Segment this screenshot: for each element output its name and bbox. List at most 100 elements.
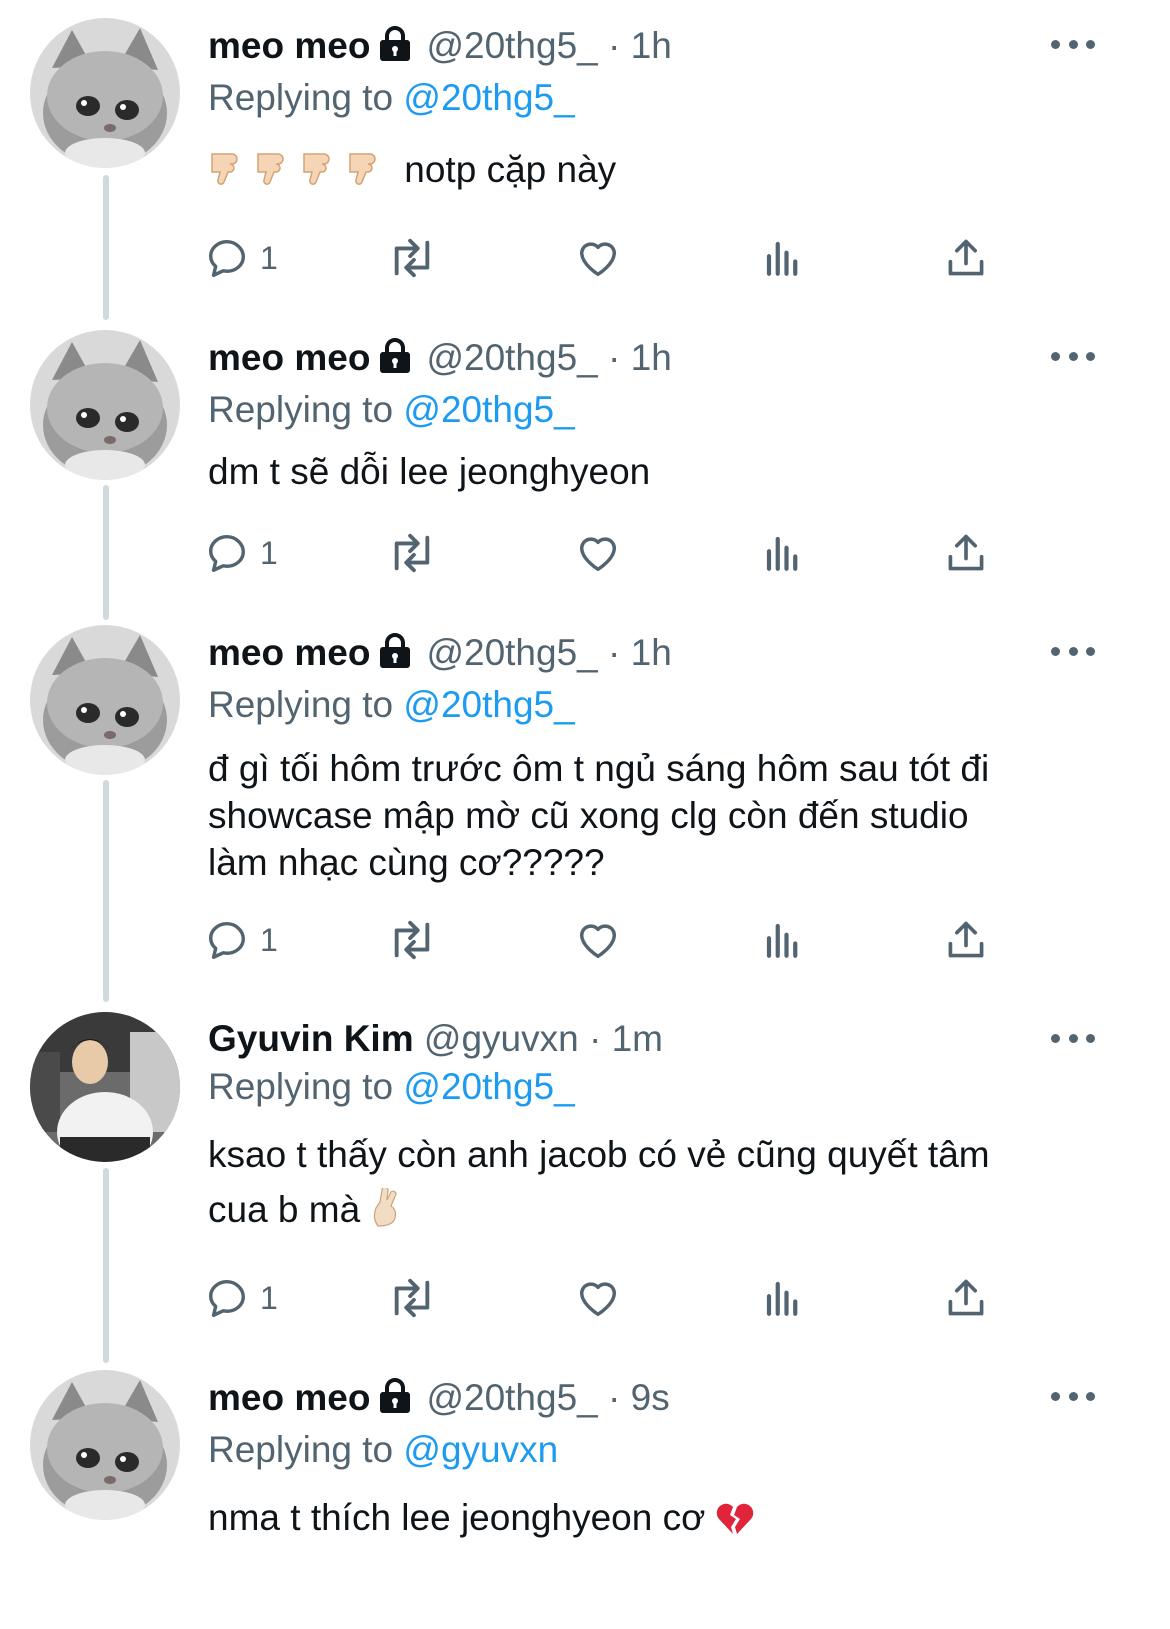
separator: · [608, 25, 621, 66]
handle[interactable]: @20thg5_ [426, 337, 597, 378]
retweet-button[interactable] [384, 230, 440, 286]
views-button[interactable] [762, 912, 804, 968]
timestamp[interactable]: 1h [631, 337, 672, 378]
heart-icon [579, 1282, 617, 1317]
mention-link[interactable]: @gyuvxn [403, 1429, 558, 1470]
cat-avatar[interactable] [30, 18, 180, 168]
tweet-text-line: đ gì tối hôm trước ôm t ngủ sáng hôm sau… [208, 748, 990, 789]
reply-button[interactable]: 1 [204, 230, 278, 286]
share-button[interactable] [944, 912, 988, 968]
reply-icon [208, 534, 246, 572]
heart-icon [579, 242, 617, 277]
replying-to-label: Replying to [208, 389, 394, 430]
mention-link[interactable]: @20thg5_ [403, 77, 574, 118]
tweet-text-line: cua b mà [208, 1189, 361, 1230]
separator: · [608, 337, 621, 378]
retweet-button[interactable] [384, 1270, 440, 1326]
analytics-icon [766, 536, 798, 571]
retweet-icon [394, 920, 430, 960]
display-name[interactable]: meo meo [208, 632, 370, 673]
reply-button[interactable]: 1 [204, 525, 278, 581]
like-button[interactable] [574, 525, 622, 581]
share-icon [948, 239, 984, 276]
like-button[interactable] [574, 912, 622, 968]
display-name[interactable]: meo meo [208, 337, 370, 378]
tweet-text: notp cặp này [404, 149, 617, 190]
timestamp[interactable]: 1h [631, 25, 672, 66]
cat-avatar[interactable] [30, 330, 180, 480]
display-name[interactable]: meo meo [208, 1377, 370, 1418]
reply-button[interactable]: 1 [204, 912, 278, 968]
person-avatar[interactable] [30, 1012, 180, 1162]
display-name[interactable]: meo meo [208, 25, 370, 66]
thumbs-down-icon [208, 148, 388, 199]
analytics-icon [766, 1281, 798, 1316]
more-options-icon[interactable] [1051, 349, 1095, 363]
analytics-icon [766, 241, 798, 276]
retweet-button[interactable] [384, 912, 440, 968]
like-button[interactable] [574, 230, 622, 286]
views-button[interactable] [762, 230, 804, 286]
retweet-icon [394, 533, 430, 573]
mention-link[interactable]: @20thg5_ [403, 1066, 574, 1107]
more-options-icon[interactable] [1051, 1389, 1095, 1403]
thread-line [103, 780, 109, 1002]
replying-to-label: Replying to [208, 1429, 394, 1470]
thread-line [103, 485, 109, 620]
share-icon [948, 1279, 984, 1316]
retweet-button[interactable] [384, 525, 440, 581]
reply-icon [208, 1279, 246, 1317]
timestamp[interactable]: 9s [631, 1377, 670, 1418]
retweet-icon [394, 1278, 430, 1318]
more-options-icon[interactable] [1051, 1031, 1095, 1045]
replying-to-label: Replying to [208, 77, 394, 118]
heart-icon [579, 924, 617, 959]
replying-to-label: Replying to [208, 1066, 394, 1107]
analytics-icon [766, 923, 798, 958]
lock-icon [378, 338, 412, 386]
reply-icon [208, 921, 246, 959]
reply-count: 1 [260, 921, 278, 958]
replying-to-label: Replying to [208, 684, 394, 725]
tweet-text: nma t thích lee jeonghyeon cơ [208, 1497, 706, 1538]
share-button[interactable] [944, 1270, 988, 1326]
like-button[interactable] [574, 1270, 622, 1326]
crossed-fingers-icon [370, 1186, 404, 1243]
retweet-icon [394, 238, 430, 278]
tweet-text-line: showcase mập mờ cũ xong clg còn đến stud… [208, 795, 969, 836]
mention-link[interactable]: @20thg5_ [403, 684, 574, 725]
share-icon [948, 534, 984, 571]
timestamp[interactable]: 1m [612, 1018, 663, 1059]
share-icon [948, 921, 984, 958]
separator: · [608, 1377, 621, 1418]
thread-line [103, 175, 109, 320]
mention-link[interactable]: @20thg5_ [403, 389, 574, 430]
thread-line [103, 1168, 109, 1363]
views-button[interactable] [762, 1270, 804, 1326]
lock-icon [378, 633, 412, 681]
reply-button[interactable]: 1 [204, 1270, 278, 1326]
handle[interactable]: @20thg5_ [426, 632, 597, 673]
more-options-icon[interactable] [1051, 37, 1095, 51]
handle[interactable]: @20thg5_ [426, 1377, 597, 1418]
timestamp[interactable]: 1h [631, 632, 672, 673]
broken-heart-icon [716, 1500, 754, 1547]
cat-avatar[interactable] [30, 1370, 180, 1520]
views-button[interactable] [762, 525, 804, 581]
share-button[interactable] [944, 525, 988, 581]
more-options-icon[interactable] [1051, 644, 1095, 658]
reply-count: 1 [260, 534, 278, 571]
reply-count: 1 [260, 239, 278, 276]
handle[interactable]: @gyuvxn [424, 1018, 579, 1059]
separator: · [588, 1018, 602, 1059]
share-button[interactable] [944, 230, 988, 286]
lock-icon [378, 26, 412, 74]
heart-icon [579, 537, 617, 572]
handle[interactable]: @20thg5_ [426, 25, 597, 66]
display-name[interactable]: Gyuvin Kim [208, 1018, 414, 1059]
reply-icon [208, 239, 246, 277]
reply-count: 1 [260, 1279, 278, 1316]
cat-avatar[interactable] [30, 625, 180, 775]
tweet-text-line: làm nhạc cùng cơ????? [208, 842, 605, 883]
separator: · [608, 632, 621, 673]
